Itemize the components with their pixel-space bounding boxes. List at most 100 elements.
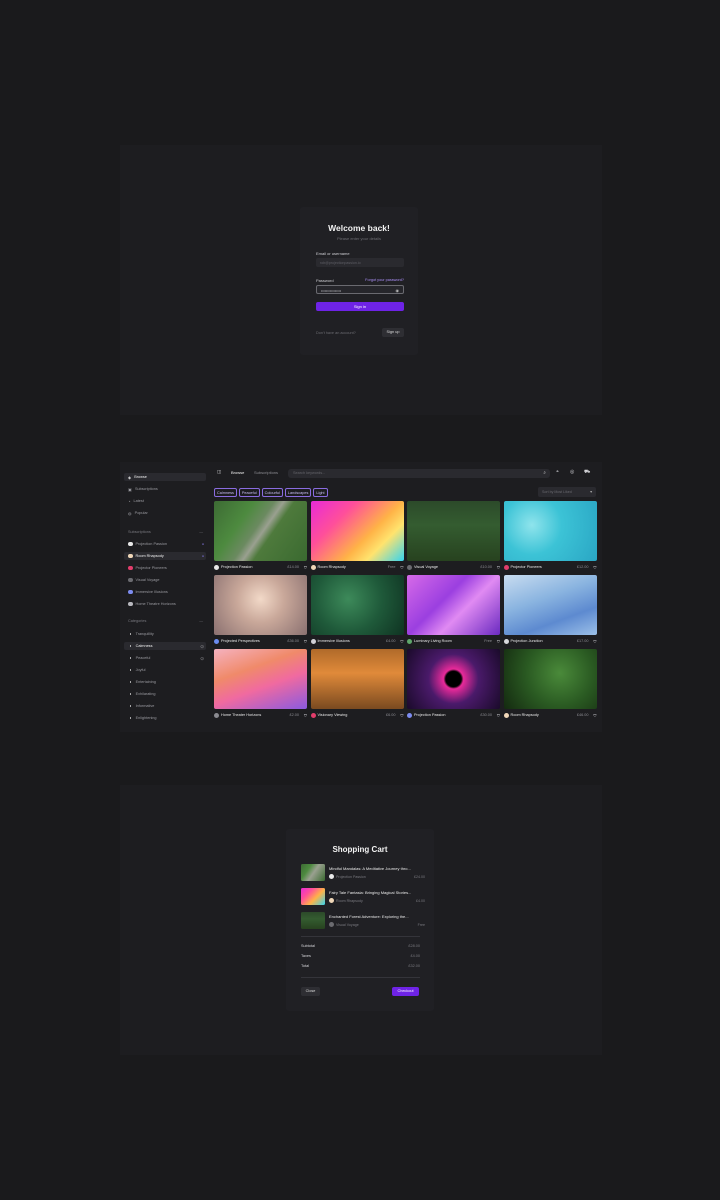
sidebar-item-nav[interactable]: ◔ Latest [128, 497, 144, 505]
sidebar-item-subscription[interactable]: Home Theatre Horizons [128, 600, 176, 608]
card-channel-name[interactable]: Projector Pioneers [511, 565, 542, 569]
card-channel-name[interactable]: Immersive Illusions [318, 639, 350, 643]
forgot-password-link[interactable]: Forgot your password? [365, 278, 404, 282]
cart-icon[interactable]: ⛟ [584, 469, 590, 476]
sidebar-item-nav[interactable]: ◍ Popular [128, 509, 148, 517]
video-card[interactable]: Room Rhapsody £46.00 ⛉ [503, 649, 597, 720]
tab-browse[interactable]: Browse [231, 470, 244, 475]
card-caption: Home Theater Horizons £2.00 ⛉ [214, 712, 307, 720]
video-thumbnail[interactable] [503, 501, 597, 561]
check-circle-icon[interactable]: ⊙ [200, 656, 204, 662]
card-channel-name[interactable]: Luminary Living Room [414, 639, 452, 643]
filter-chip[interactable]: Landscapes [284, 488, 312, 497]
filter-chip[interactable]: Light [313, 488, 328, 497]
collapse-icon[interactable]: — [199, 619, 203, 623]
video-thumbnail[interactable] [407, 501, 500, 561]
video-thumbnail[interactable] [310, 501, 404, 561]
email-field[interactable]: rob@projectionpassion.io [316, 258, 404, 267]
shopping-bag-icon[interactable]: ⛉ [400, 565, 403, 570]
shopping-bag-icon[interactable]: ⛉ [497, 639, 500, 644]
card-channel-name[interactable]: Projection Passion [221, 565, 252, 569]
video-card[interactable]: Projection Junction £17.00 ⛉ [503, 575, 597, 646]
card-channel-name[interactable]: Projection Passion [414, 713, 445, 717]
filter-chip[interactable]: Colourful [261, 488, 283, 497]
sidebar-item-category[interactable]: Informative [128, 702, 154, 710]
video-card[interactable]: Projection Passion £30.00 ⛉ [407, 649, 500, 720]
video-thumbnail[interactable] [503, 649, 597, 709]
cart-item-thumbnail [301, 864, 325, 881]
cart-item[interactable]: Fairy Tale Fantasia: Bringing Magical St… [301, 888, 425, 906]
sidebar-item-category[interactable]: Entertaining [128, 678, 156, 686]
shopping-bag-icon[interactable]: ⛉ [593, 713, 596, 718]
sidebar-item-label: Home Theatre Horizons [135, 602, 176, 606]
sign-up-button[interactable]: Sign up [382, 328, 404, 337]
instagram-icon[interactable]: ◎ [570, 469, 574, 475]
sidebar-item-category[interactable]: Exhilarating [128, 690, 155, 698]
card-channel-name[interactable]: Visionary Viewing [318, 713, 348, 717]
checkout-button[interactable]: Checkout [392, 987, 419, 996]
card-channel-name[interactable]: Visual Voyage [414, 565, 438, 569]
sidebar-toggle-icon[interactable]: ◫ [217, 469, 221, 475]
sidebar-item-category[interactable]: Calmness [128, 642, 152, 650]
video-card[interactable]: Visionary Viewing £6.00 ⛉ [310, 649, 404, 720]
sort-dropdown[interactable]: Sort by Most Liked ▾ [538, 487, 596, 497]
card-channel-name[interactable]: Projected Perspectives [221, 639, 260, 643]
sidebar-item-nav[interactable]: ◈ Browse [128, 473, 147, 481]
video-card[interactable]: Projector Pioneers £12.00 ⛉ [503, 501, 597, 572]
discord-icon[interactable]: ◓ [556, 469, 559, 475]
cart-item[interactable]: Enchanted Forest Adventure: Exploring th… [301, 912, 425, 930]
video-card[interactable]: Projection Passion £14.00 ⛉ [214, 501, 307, 572]
card-channel-name[interactable]: Room Rhapsody [318, 565, 346, 569]
filter-chip[interactable]: Calmness [214, 488, 237, 497]
video-thumbnail[interactable] [214, 649, 307, 709]
card-channel-name[interactable]: Projection Junction [511, 639, 543, 643]
video-card[interactable]: Room Rhapsody Free ⛉ [310, 501, 404, 572]
sidebar-item-category[interactable]: Peaceful [128, 654, 150, 662]
search-input[interactable]: Search keywords... ⌕ [288, 468, 550, 478]
tab-subscriptions[interactable]: Subscriptions [254, 470, 278, 475]
search-icon[interactable]: ⌕ [543, 470, 546, 475]
video-thumbnail[interactable] [214, 575, 307, 635]
shopping-bag-icon[interactable]: ⛉ [304, 565, 307, 570]
sidebar-item-category[interactable]: Tranquillity [128, 630, 154, 638]
video-card[interactable]: Visual Voyage £10.00 ⛉ [407, 501, 500, 572]
close-button[interactable]: Close [301, 987, 320, 996]
shopping-bag-icon[interactable]: ⛉ [497, 565, 500, 570]
video-thumbnail[interactable] [214, 501, 307, 561]
video-thumbnail[interactable] [310, 649, 404, 709]
sidebar-item-subscription[interactable]: Immersive Illusions [128, 588, 168, 596]
sidebar-item-nav[interactable]: ▣ Subscriptions [128, 485, 158, 493]
cart-item[interactable]: Mindful Mandalas: A Meditative Journey t… [301, 864, 425, 882]
video-thumbnail[interactable] [503, 575, 597, 635]
sign-in-button[interactable]: Sign in [316, 302, 404, 311]
card-channel-name[interactable]: Home Theater Horizons [221, 713, 261, 717]
video-card[interactable]: Projected Perspectives £36.00 ⛉ [214, 575, 307, 646]
shopping-bag-icon[interactable]: ⛉ [400, 639, 403, 644]
shopping-bag-icon[interactable]: ⛉ [497, 713, 500, 718]
collapse-icon[interactable]: — [199, 530, 203, 534]
sidebar-item-subscription[interactable]: Room Rhapsody [128, 552, 164, 560]
sidebar-item-category[interactable]: Joyful [128, 666, 146, 674]
filter-chip[interactable]: Peaceful [238, 488, 260, 497]
sidebar-item-subscription[interactable]: Projector Pioneers [128, 564, 167, 572]
shopping-bag-icon[interactable]: ⛉ [400, 713, 403, 718]
check-circle-icon[interactable]: ⊙ [200, 644, 204, 650]
card-channel-name[interactable]: Room Rhapsody [511, 713, 539, 717]
video-thumbnail[interactable] [407, 575, 500, 635]
video-card[interactable]: Luminary Living Room Free ⛉ [407, 575, 500, 646]
shopping-bag-icon[interactable]: ⛉ [304, 639, 307, 644]
sidebar-item-subscription[interactable]: Projection Passion [128, 540, 167, 548]
sidebar-item-label: Popular [134, 511, 148, 515]
password-field[interactable]: •••••••••••••••• ◉ [316, 285, 404, 294]
video-thumbnail[interactable] [310, 575, 404, 635]
shopping-bag-icon[interactable]: ⛉ [304, 713, 307, 718]
sidebar-item-category[interactable]: Enlightening [128, 714, 157, 722]
video-thumbnail[interactable] [407, 649, 500, 709]
shopping-bag-icon[interactable]: ⛉ [593, 565, 596, 570]
sidebar-item-subscription[interactable]: Visual Voyage [128, 576, 160, 584]
avatar [128, 541, 133, 547]
video-card[interactable]: Immersive Illusions £4.00 ⛉ [310, 575, 404, 646]
eye-icon[interactable]: ◉ [396, 288, 400, 293]
shopping-bag-icon[interactable]: ⛉ [593, 639, 596, 644]
video-card[interactable]: Home Theater Horizons £2.00 ⛉ [214, 649, 307, 720]
